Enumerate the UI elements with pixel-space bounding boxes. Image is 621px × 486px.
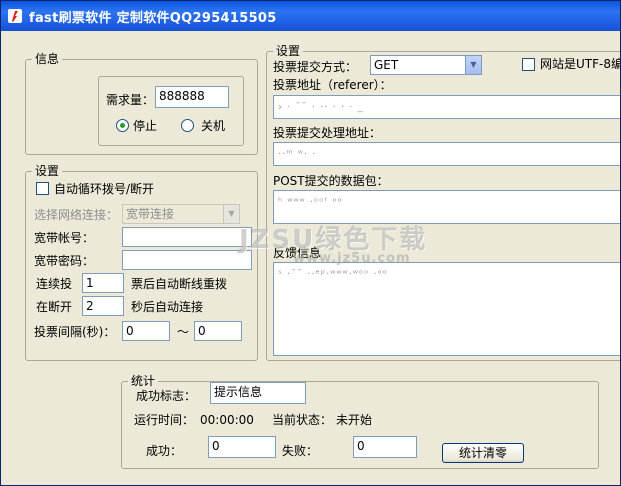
broadband-account-input[interactable] bbox=[122, 227, 252, 247]
interval-to-input[interactable]: 0 bbox=[194, 321, 242, 341]
success-count-output: 0 bbox=[208, 436, 276, 458]
interval-separator: ～ bbox=[177, 325, 190, 339]
statistics-legend: 统计 bbox=[128, 374, 159, 388]
reconnect-suffix: 秒后自动连接 bbox=[131, 300, 204, 314]
utf8-checkbox[interactable] bbox=[522, 58, 535, 71]
reconnect-label: 在断开 bbox=[36, 300, 73, 314]
info-inner-box: 需求量： 888888 停止 关机 bbox=[98, 76, 244, 146]
interval-from-input[interactable]: 0 bbox=[122, 321, 170, 341]
interval-label: 投票间隔(秒)： bbox=[34, 325, 116, 339]
feedback-output[interactable]: ˢ ·ˉˉ ··ᵉᵖ·ʷʷʷ·ʷᵒᵒ ·ᵒᵒ bbox=[273, 262, 620, 356]
submit-method-dropdown-icon[interactable]: ▼ bbox=[465, 56, 481, 74]
submit-url-input[interactable]: ··ᵐ ʷ· · bbox=[273, 142, 620, 166]
success-count-label: 成功： bbox=[146, 444, 183, 458]
submit-method-label: 投票提交方式： bbox=[273, 60, 358, 74]
consecutive-votes-input[interactable]: 1 bbox=[82, 273, 124, 293]
feedback-redacted-text: ˢ ·ˉˉ ··ᵉᵖ·ʷʷʷ·ʷᵒᵒ ·ᵒᵒ bbox=[278, 269, 388, 280]
title-bar[interactable]: fast刷票软件 定制软件QQ295415505 bbox=[1, 1, 620, 31]
window-title: fast刷票软件 定制软件QQ295415505 bbox=[29, 10, 277, 26]
fail-count-output: 0 bbox=[353, 436, 417, 458]
submit-url-label: 投票提交处理地址： bbox=[273, 126, 382, 140]
network-select-dropdown-icon[interactable]: ▼ bbox=[223, 205, 239, 223]
auto-dial-label: 自动循环拨号/断开 bbox=[54, 182, 155, 196]
broadband-account-label: 宽带帐号： bbox=[34, 231, 95, 245]
shutdown-radio[interactable] bbox=[181, 119, 194, 132]
runtime-value: 00:00:00 bbox=[200, 413, 254, 427]
watermark-url: www.jz5u.com bbox=[293, 251, 411, 266]
submit-method-value: GET bbox=[374, 58, 399, 72]
success-flag-label: 成功标志： bbox=[136, 389, 197, 403]
referer-input[interactable]: › · ˉˉ · ·· · · · _ bbox=[273, 95, 620, 119]
submit-method-select[interactable]: GET ▼ bbox=[370, 55, 482, 75]
statistics-group: 统计 成功标志： 提示信息 运行时间： 00:00:00 当前状态： 未开始 成… bbox=[121, 374, 599, 469]
connection-settings-legend: 设置 bbox=[32, 164, 63, 178]
vote-settings-group: 设置 投票提交方式： GET ▼ 网站是UTF-8编 投票地址（referer）… bbox=[266, 44, 621, 361]
referer-label: 投票地址（referer）： bbox=[273, 78, 392, 92]
info-group-legend: 信息 bbox=[32, 52, 63, 66]
broadband-password-label: 宽带密码： bbox=[34, 254, 95, 268]
fail-count-label: 失败： bbox=[282, 444, 319, 458]
vote-settings-legend: 设置 bbox=[273, 44, 304, 58]
network-label: 选择网络连接： bbox=[34, 208, 119, 222]
submit-url-redacted-text: ··ᵐ ʷ· · bbox=[278, 149, 317, 160]
broadband-password-input[interactable] bbox=[122, 250, 252, 270]
demand-label: 需求量： bbox=[106, 93, 155, 107]
connection-settings-group: 设置 自动循环拨号/断开 选择网络连接： 宽带连接 ▼ 宽带帐号： 宽带密码： … bbox=[25, 164, 258, 361]
consecutive-label: 连续投 bbox=[36, 277, 73, 291]
main-window: fast刷票软件 定制软件QQ295415505 信息 需求量： 888888 … bbox=[0, 0, 621, 486]
network-select[interactable]: 宽带连接 ▼ bbox=[122, 204, 240, 224]
post-data-label: POST提交的数据包： bbox=[273, 174, 389, 188]
demand-input[interactable]: 888888 bbox=[155, 86, 229, 108]
app-logo-icon bbox=[7, 8, 23, 24]
utf8-label: 网站是UTF-8编 bbox=[540, 57, 621, 71]
referer-redacted-text: › · ˉˉ · ·· · · · _ bbox=[278, 102, 364, 113]
reset-stats-button[interactable]: 统计清零 bbox=[442, 443, 524, 463]
stop-radio-label: 停止 bbox=[133, 119, 158, 133]
auto-dial-checkbox[interactable] bbox=[36, 182, 49, 195]
shutdown-radio-label: 关机 bbox=[201, 119, 226, 133]
success-flag-input[interactable]: 提示信息 bbox=[210, 382, 306, 404]
info-group: 信息 需求量： 888888 停止 关机 bbox=[25, 52, 258, 155]
stop-radio[interactable] bbox=[116, 119, 129, 132]
reconnect-delay-input[interactable]: 2 bbox=[82, 296, 124, 316]
status-value: 未开始 bbox=[336, 413, 373, 427]
network-select-value: 宽带连接 bbox=[126, 207, 175, 221]
status-label: 当前状态： bbox=[272, 413, 333, 427]
runtime-label: 运行时间： bbox=[134, 413, 195, 427]
consecutive-suffix: 票后自动断线重拨 bbox=[131, 277, 228, 291]
post-data-redacted-text: ʰ ʷʷʷ ·ᵒᵒᶠ ᵒᵒ bbox=[278, 197, 343, 208]
